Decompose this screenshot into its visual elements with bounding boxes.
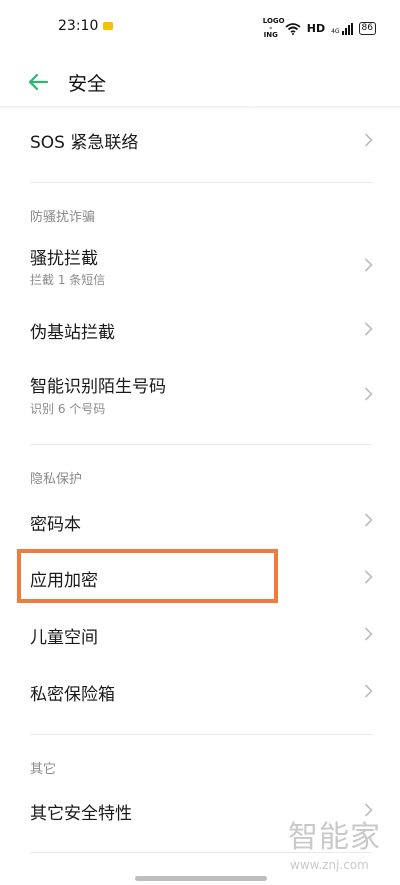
- chevron-right-icon: [364, 684, 373, 698]
- kids-space-label: 儿童空间: [30, 628, 98, 648]
- header-divider: [0, 106, 400, 110]
- section-other: 其它: [30, 762, 57, 777]
- signal-icon: 4G: [331, 22, 353, 35]
- section-divider: [30, 444, 372, 445]
- header-bar: 安全: [0, 56, 400, 108]
- hd-indicator: HD: [306, 22, 326, 35]
- chevron-right-icon: [364, 513, 373, 527]
- wifi-icon: [285, 22, 301, 35]
- password-book-label: 密码本: [30, 515, 81, 535]
- harass-block-item[interactable]: 骚扰拦截 拦截 1 条短信: [0, 236, 400, 296]
- kids-space-item[interactable]: 儿童空间: [0, 608, 400, 660]
- page-title: 安全: [68, 73, 107, 95]
- stranger-number-id-item[interactable]: 智能识别陌生号码 识别 6 个号码: [0, 364, 400, 426]
- stranger-number-id-label: 智能识别陌生号码: [30, 377, 166, 397]
- back-arrow-icon[interactable]: [26, 70, 50, 94]
- other-security-features-label: 其它安全特性: [30, 804, 132, 824]
- section-privacy: 隐私保护: [30, 472, 83, 487]
- status-bar: 23:10 LOGO -ING HD 4G 86: [0, 0, 400, 56]
- notification-icon: [103, 22, 113, 30]
- chevron-right-icon: [364, 627, 373, 641]
- stranger-number-id-subtitle: 识别 6 个号码: [30, 402, 106, 416]
- status-icons: LOGO -ING HD 4G 86: [263, 18, 376, 39]
- app-encryption-label: 应用加密: [30, 571, 98, 591]
- watermark-url: www.znj.com: [290, 858, 369, 872]
- harass-block-subtitle: 拦截 1 条短信: [30, 273, 106, 287]
- home-indicator[interactable]: [135, 876, 267, 881]
- status-time: 23:10: [58, 18, 99, 34]
- section-divider: [30, 734, 372, 735]
- watermark: 智能家 www.znj.com: [288, 820, 381, 873]
- chevron-right-icon: [364, 322, 373, 336]
- harass-block-label: 骚扰拦截: [30, 249, 98, 269]
- chevron-right-icon: [364, 258, 373, 272]
- sos-emergency-item[interactable]: SOS 紧急联络: [0, 112, 400, 168]
- private-safe-label: 私密保险箱: [30, 685, 115, 705]
- battery-icon: 86: [358, 22, 376, 35]
- section-anti-harassment: 防骚扰诈骗: [30, 210, 96, 225]
- watermark-logo: 智能家: [288, 820, 381, 855]
- private-safe-item[interactable]: 私密保险箱: [0, 665, 400, 717]
- chevron-right-icon: [364, 133, 373, 147]
- chevron-right-icon: [364, 803, 373, 817]
- password-book-item[interactable]: 密码本: [0, 494, 400, 546]
- app-encryption-item[interactable]: 应用加密: [0, 551, 400, 603]
- carrier-logo-icon: LOGO -ING: [262, 17, 285, 39]
- chevron-right-icon: [364, 570, 373, 584]
- fake-base-station-label: 伪基站拦截: [30, 323, 115, 343]
- chevron-right-icon: [364, 387, 373, 401]
- section-divider: [30, 182, 372, 183]
- sos-emergency-label: SOS 紧急联络: [30, 133, 139, 153]
- fake-base-station-item[interactable]: 伪基站拦截: [0, 302, 400, 356]
